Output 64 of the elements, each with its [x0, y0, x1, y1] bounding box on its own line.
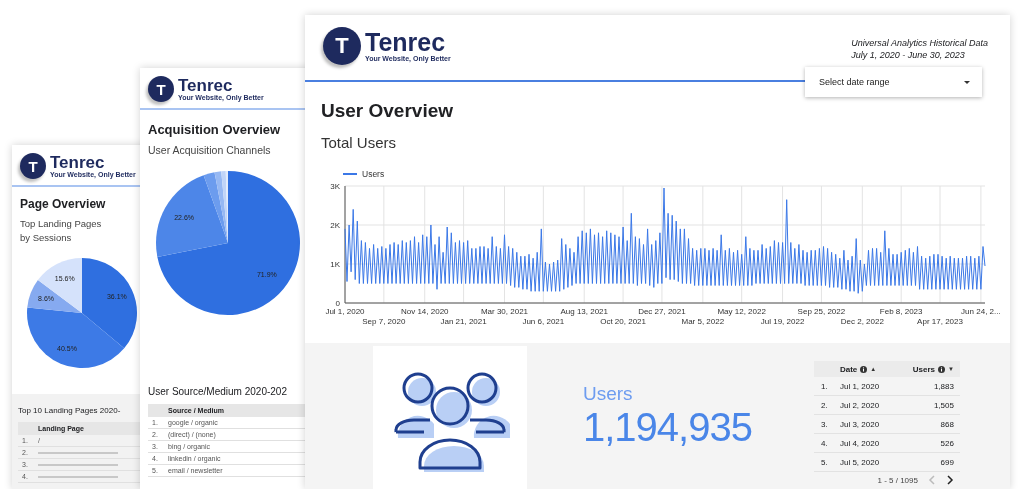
axis-label: Jun 6, 2021	[522, 317, 565, 326]
axis-label: 2K	[330, 221, 340, 230]
table-title: User Source/Medium 2020-202	[148, 386, 288, 397]
column-header[interactable]: Date	[839, 364, 858, 374]
axis-label: 1K	[330, 260, 340, 269]
info-icon	[938, 365, 945, 373]
pagination-label: 1 - 5 / 1095	[877, 475, 918, 485]
brand-name: Tenrec	[365, 30, 447, 55]
axis-label: May 12, 2022	[717, 307, 766, 316]
axis-label: Jul 1, 2020	[325, 307, 365, 316]
table-cell-text: Jul 5, 2020	[839, 457, 881, 467]
logo-mark: T	[20, 153, 46, 179]
page-title: Acquisition Overview	[148, 122, 282, 137]
axis-label: Jul 19, 2022	[760, 317, 805, 326]
table-cell-text: 868	[939, 419, 955, 429]
axis-label: Apr 17, 2023	[917, 317, 963, 326]
axis-label: Sep 25, 2022	[797, 307, 846, 316]
table-cell-text: 1,883	[932, 381, 955, 391]
brand-name: Tenrec	[50, 154, 106, 171]
caret-icon	[964, 80, 970, 84]
axis-label: Jun 24, 2...	[961, 307, 1001, 316]
axis-label: Sep 7, 2020	[362, 317, 406, 326]
logo-mark: T	[148, 76, 174, 102]
chart-title: Top Landing Pages	[20, 217, 103, 231]
data-note: Universal Analytics Historical Data	[851, 37, 988, 50]
logo-mark: T	[323, 27, 361, 65]
row-number: 3.	[819, 419, 829, 429]
table-cell-text: 699	[939, 457, 955, 467]
row-number: 4.	[819, 438, 829, 448]
table-cell-text: Jul 3, 2020	[839, 419, 881, 429]
table-cell-text: Jul 2, 2020	[839, 400, 881, 410]
brand-name: Tenrec	[178, 77, 234, 94]
axis-label: Mar 30, 2021	[480, 307, 529, 316]
chart-title: User Acquisition Channels	[148, 143, 272, 158]
page-title: Page Overview	[20, 197, 107, 211]
data-note: July 1, 2020 - June 30, 2023	[851, 49, 966, 62]
axis-label: Jan 21, 2021	[440, 317, 487, 326]
table-cell-text: Jul 1, 2020	[839, 381, 881, 391]
axis-label: Dec 2, 2022	[840, 317, 884, 326]
axis-label: Oct 20, 2021	[600, 317, 646, 326]
metric-value: 1,194,935	[583, 405, 752, 450]
axis-label: Nov 14, 2020	[400, 307, 449, 316]
legend-label: Users	[362, 169, 385, 179]
column-header[interactable]: Users	[912, 364, 935, 374]
info-icon	[860, 365, 868, 373]
axis-label: Aug 13, 2021	[560, 307, 609, 316]
axis-label: Mar 5, 2022	[681, 317, 725, 326]
table-cell-text: 1,505	[932, 400, 955, 410]
table-cell-text: Jul 4, 2020	[839, 438, 881, 448]
chart-title: by Sessions	[20, 231, 73, 246]
metric-label: Users	[583, 383, 634, 405]
row-number: 1.	[819, 381, 829, 391]
axis-label: 0	[335, 299, 340, 308]
row-number: 5.	[819, 457, 829, 467]
page-title: User Overview	[321, 100, 455, 122]
table-title: Top 10 Landing Pages 2020-	[18, 406, 122, 415]
axis-label: Feb 8, 2023	[879, 307, 923, 316]
axis-label: Dec 27, 2021	[638, 307, 686, 316]
axis-label: 3K	[330, 182, 340, 191]
date-range-dropdown[interactable]: Select date range	[805, 67, 982, 97]
row-number: 2.	[819, 400, 829, 410]
table-cell-text: 526	[939, 438, 955, 448]
next-page-button[interactable]	[945, 475, 954, 485]
chart-title: Total Users	[321, 134, 398, 151]
